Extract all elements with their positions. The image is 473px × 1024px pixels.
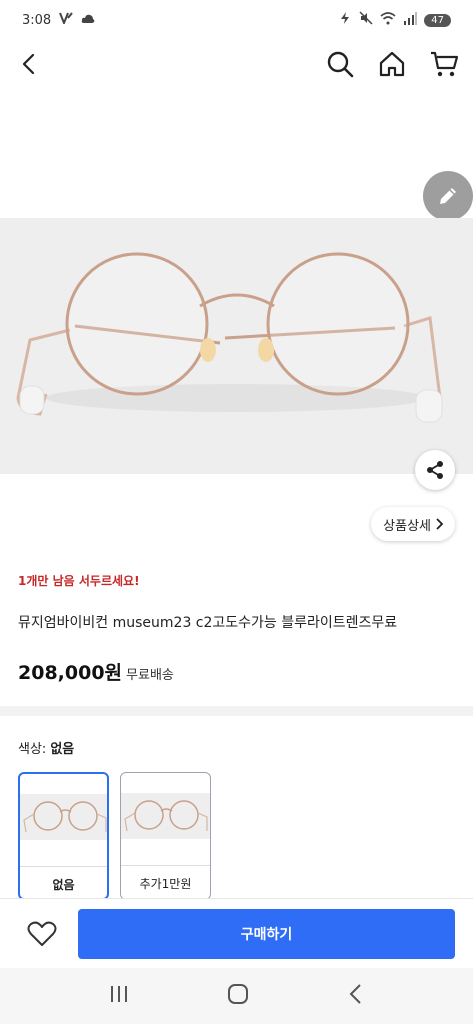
- glasses-thumbnail: [23, 801, 107, 833]
- glasses-illustration: [16, 252, 443, 423]
- option-card-label: 추가1만원: [139, 877, 192, 891]
- search-icon: [327, 51, 354, 78]
- cart-icon: [431, 51, 459, 77]
- pencil-icon: [440, 188, 456, 204]
- wishlist-button[interactable]: [24, 916, 60, 952]
- glasses-thumbnail: [124, 800, 208, 832]
- status-bar: 3:08 47: [0, 0, 473, 40]
- battery-indicator: 47: [424, 13, 451, 27]
- cart-button[interactable]: [429, 49, 459, 79]
- option-divider: [20, 866, 107, 867]
- chevron-left-icon: [22, 53, 35, 75]
- option-divider: [121, 865, 210, 866]
- home-button[interactable]: [377, 49, 407, 79]
- product-image[interactable]: [0, 218, 473, 474]
- share-button[interactable]: [415, 450, 455, 490]
- buy-button[interactable]: 구매하기: [78, 908, 455, 959]
- data-saver-icon: [338, 11, 352, 29]
- option-card-label: 없음: [52, 878, 75, 892]
- recent-apps-button[interactable]: [109, 984, 129, 1008]
- vpn-icon: [59, 12, 73, 28]
- product-detail-button[interactable]: 상품상세: [371, 507, 455, 541]
- status-right: 47: [338, 11, 451, 29]
- edit-button[interactable]: [423, 171, 473, 221]
- cloud-icon: [81, 13, 95, 28]
- search-button[interactable]: [325, 49, 355, 79]
- option-card-none[interactable]: 없음: [18, 772, 109, 900]
- system-nav-bar: [0, 968, 473, 1024]
- wifi-icon: [380, 11, 396, 29]
- status-time: 3:08: [22, 12, 52, 28]
- signal-icon: [403, 11, 418, 29]
- action-bar: 구매하기: [0, 898, 473, 968]
- heart-icon: [27, 921, 57, 946]
- product-price: 208,000원: [18, 662, 123, 684]
- price-row: 208,000원 무료배송: [18, 658, 174, 685]
- status-left: 3:08: [22, 12, 95, 28]
- section-divider: [0, 706, 473, 716]
- back-button[interactable]: [14, 49, 44, 79]
- option-thumbnail: [121, 793, 210, 839]
- home-circle-icon: [228, 984, 249, 1004]
- option-selected-value: 없음: [50, 742, 75, 757]
- back-arrow-icon: [349, 984, 361, 1004]
- option-label: 색상:: [18, 742, 47, 757]
- shipping-info: 무료배송: [126, 668, 174, 683]
- product-name: 뮤지엄바이비컨 museum23 c2고도수가능 블루라이트렌즈무료: [18, 615, 398, 631]
- option-card-extra[interactable]: 추가1만원: [120, 772, 211, 900]
- chevron-right-icon: [436, 518, 444, 530]
- mute-icon: [359, 11, 373, 29]
- share-icon: [427, 461, 443, 479]
- home-icon: [379, 51, 405, 77]
- home-nav-button[interactable]: [227, 983, 249, 1009]
- back-nav-button[interactable]: [348, 983, 364, 1009]
- nav-actions: [325, 49, 459, 79]
- recent-apps-icon: [111, 986, 128, 1002]
- product-detail-label: 상품상세: [383, 518, 431, 534]
- stock-notice: 1개만 남음 서두르세요!: [18, 574, 140, 588]
- option-thumbnail: [20, 794, 107, 840]
- top-nav: [0, 40, 473, 88]
- option-header: 색상: 없음: [18, 738, 74, 757]
